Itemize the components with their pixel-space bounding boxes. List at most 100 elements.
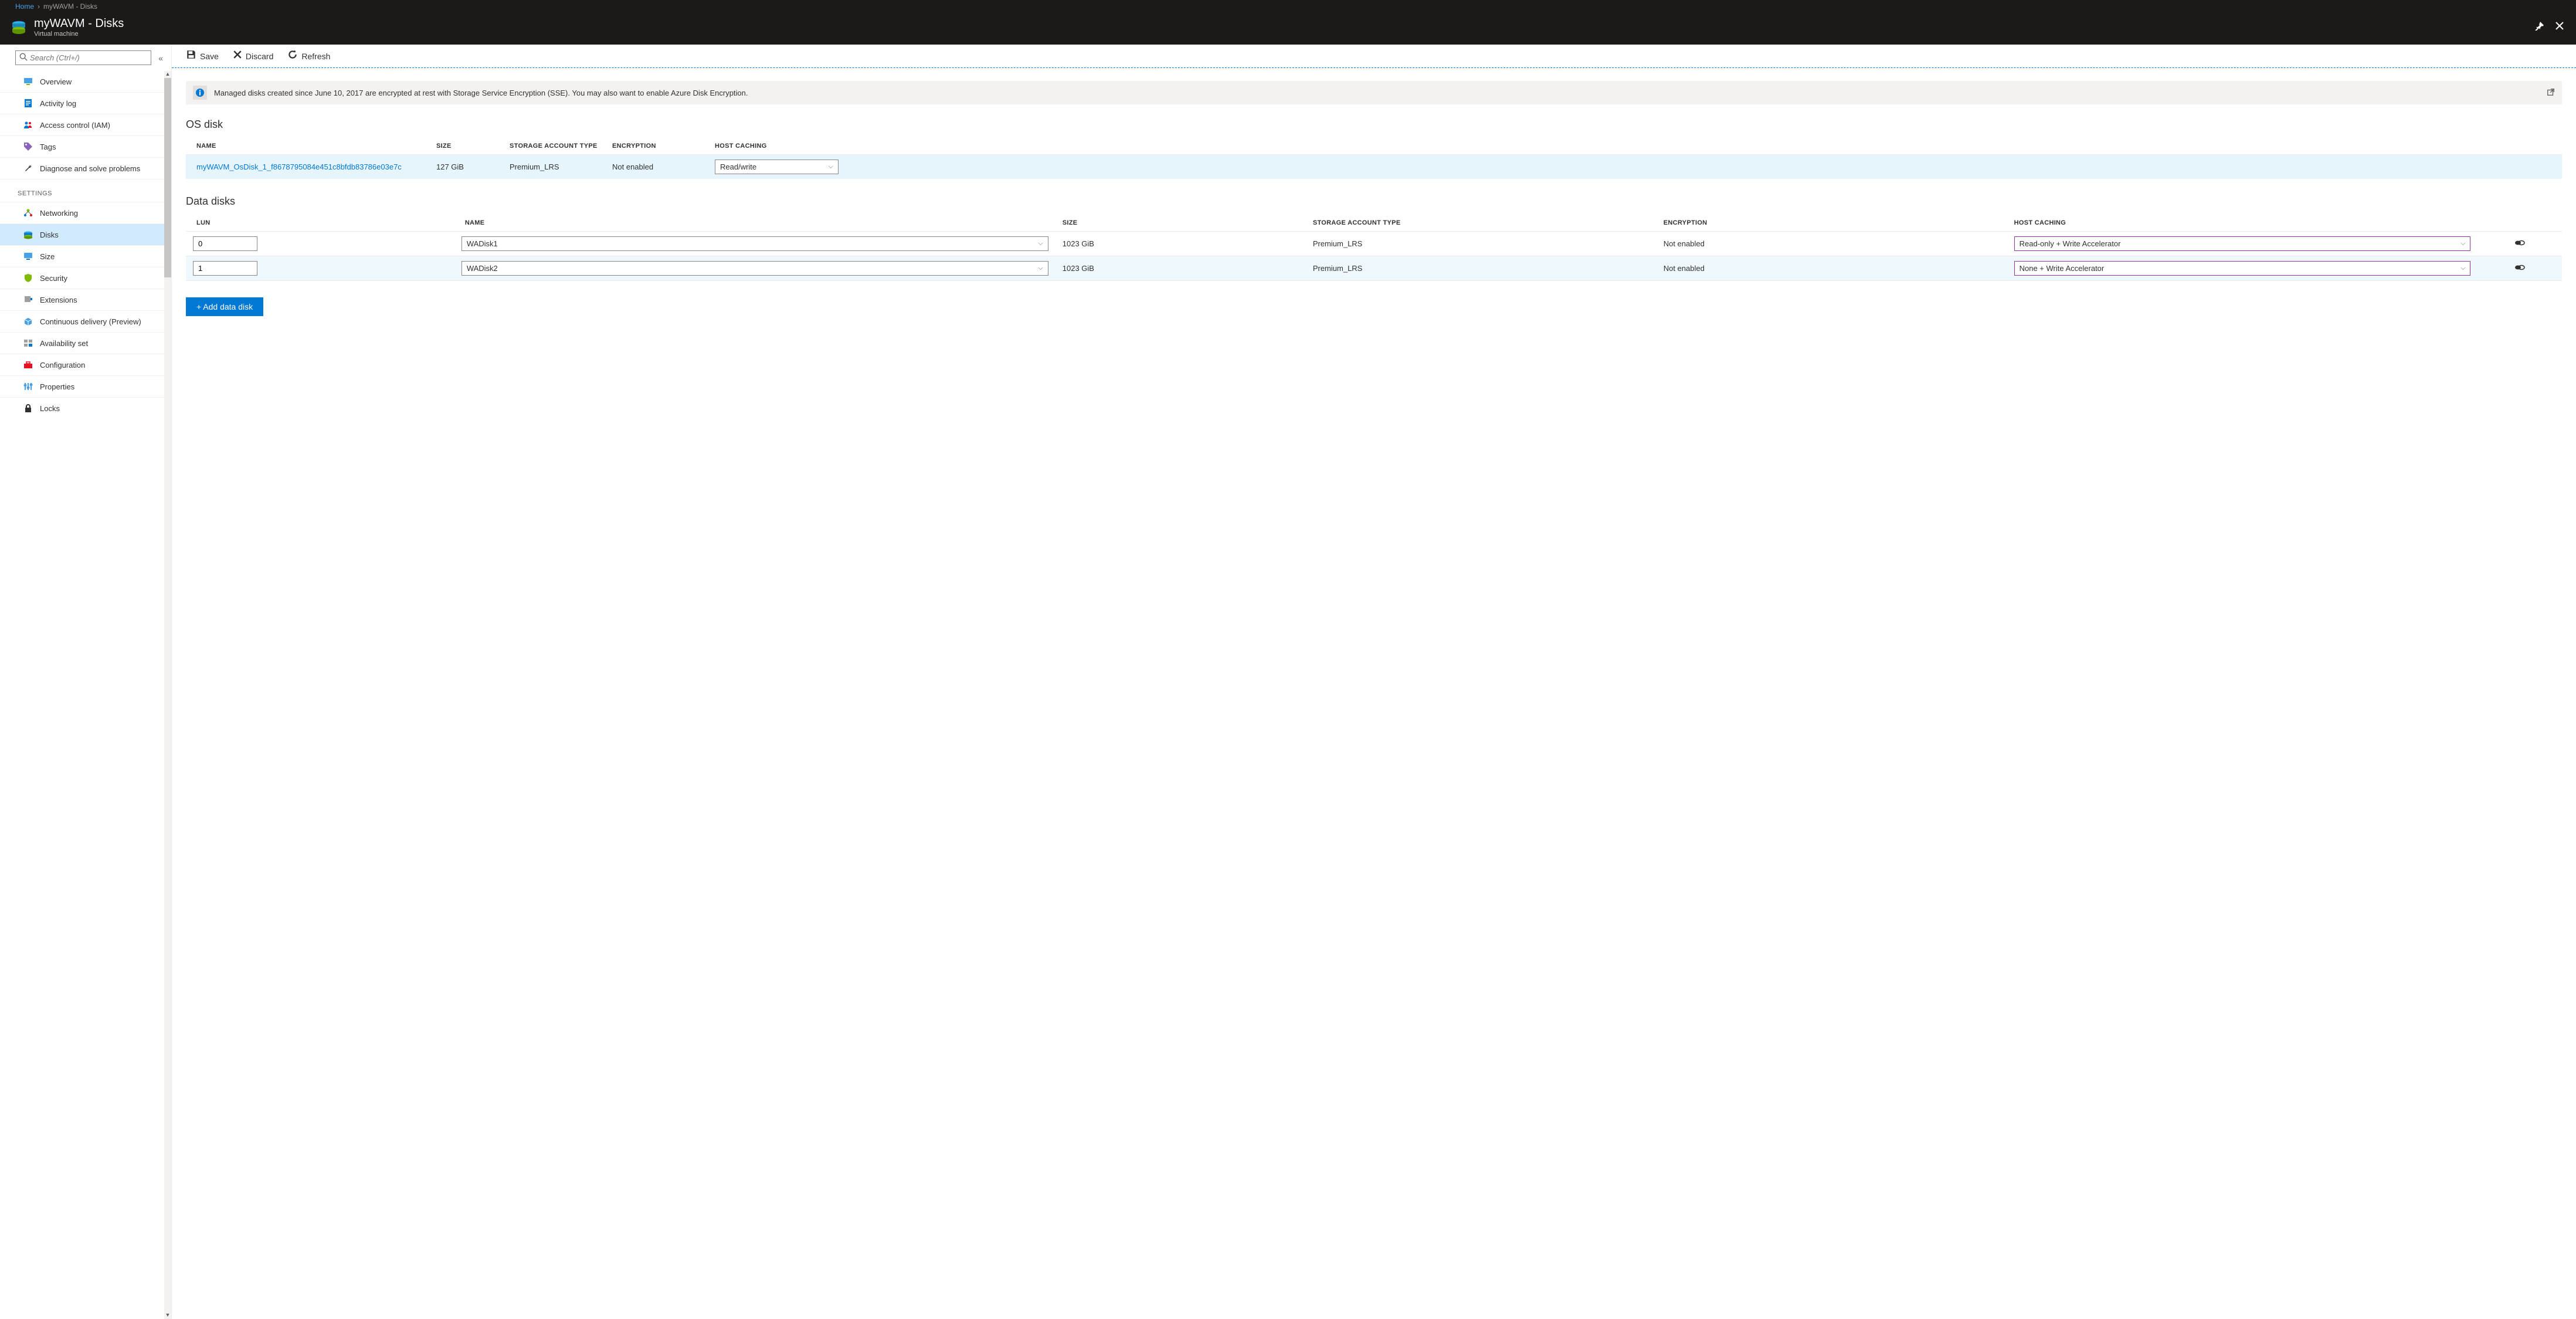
th-hc: HOST CACHING <box>708 138 846 155</box>
write-accelerator-toggle-icon[interactable] <box>2514 264 2525 273</box>
add-data-disk-button[interactable]: + Add data disk <box>186 297 263 316</box>
sidebar-item-availability-set[interactable]: Availability set <box>0 332 171 354</box>
disk-enc: Not enabled <box>1657 256 2007 281</box>
save-icon <box>186 49 196 63</box>
sidebar-item-label: Networking <box>40 209 78 218</box>
network-icon <box>23 208 33 218</box>
sidebar-item-label: Tags <box>40 143 56 151</box>
external-link-icon[interactable] <box>2547 88 2555 98</box>
os-disk-sat: Premium_LRS <box>503 155 605 179</box>
sidebar-item-extensions[interactable]: Extensions <box>0 289 171 310</box>
sidebar-item-label: Continuous delivery (Preview) <box>40 317 141 326</box>
disk-stack-icon <box>9 18 28 36</box>
host-caching-dropdown[interactable]: Read-only + Write Accelerator ⌵ <box>2014 236 2471 251</box>
disk-size: 1023 GiB <box>1055 232 1306 256</box>
sidebar-item-properties[interactable]: Properties <box>0 375 171 397</box>
scroll-down-icon[interactable]: ▼ <box>164 1312 171 1319</box>
sidebar-section-settings: SETTINGS <box>0 179 171 202</box>
sidebar-item-activity-log[interactable]: Activity log <box>0 92 171 114</box>
pin-icon[interactable] <box>2535 21 2544 33</box>
close-icon[interactable] <box>2555 21 2564 33</box>
disk-name-dropdown[interactable]: WADisk1 ⌵ <box>461 236 1048 251</box>
page-subtitle: Virtual machine <box>34 30 2535 38</box>
search-icon <box>19 53 28 63</box>
sidebar-item-label: Extensions <box>40 296 77 304</box>
log-icon <box>23 99 33 108</box>
disk-size: 1023 GiB <box>1055 256 1306 281</box>
discard-button[interactable]: Discard <box>233 50 273 62</box>
page-header: myWAVM - Disks Virtual machine <box>0 13 2576 45</box>
sidebar-item-overview[interactable]: Overview <box>0 71 171 92</box>
discard-label: Discard <box>246 52 273 61</box>
th-enc: ENCRYPTION <box>1657 215 2007 232</box>
chevron-right-icon: › <box>38 2 40 11</box>
sidebar-item-access-control[interactable]: Access control (IAM) <box>0 114 171 135</box>
refresh-icon <box>287 49 298 63</box>
info-text: Managed disks created since June 10, 201… <box>214 89 2540 97</box>
shield-icon <box>23 273 33 283</box>
sidebar-item-tags[interactable]: Tags <box>0 135 171 157</box>
wrench-icon <box>23 164 33 173</box>
page-title: myWAVM - Disks <box>34 16 2535 30</box>
breadcrumb-current: myWAVM - Disks <box>43 2 97 11</box>
write-accelerator-toggle-icon[interactable] <box>2514 239 2525 249</box>
sidebar-item-label: Properties <box>40 382 74 391</box>
sidebar-item-locks[interactable]: Locks <box>0 397 171 419</box>
th-sat: STORAGE ACCOUNT TYPE <box>1306 215 1657 232</box>
th-name: NAME <box>186 138 429 155</box>
sidebar-item-diagnose[interactable]: Diagnose and solve problems <box>0 157 171 179</box>
dropdown-value: WADisk1 <box>467 239 498 248</box>
sidebar-item-label: Configuration <box>40 361 85 369</box>
sidebar-item-configuration[interactable]: Configuration <box>0 354 171 375</box>
data-disk-row: WADisk2 ⌵ 1023 GiB Premium_LRS Not enabl… <box>186 256 2562 281</box>
chevron-down-icon: ⌵ <box>829 163 833 171</box>
os-disk-row: myWAVM_OsDisk_1_f8678795084e451c8bfdb837… <box>186 155 2562 179</box>
main-content: Save Discard Refresh Managed disks creat… <box>172 45 2576 1319</box>
monitor-icon <box>23 77 33 86</box>
people-icon <box>23 120 33 130</box>
collapse-sidebar-icon[interactable]: « <box>156 51 165 65</box>
sidebar-scrollbar[interactable]: ▲ ▼ <box>164 71 171 1319</box>
sidebar-item-continuous-delivery[interactable]: Continuous delivery (Preview) <box>0 310 171 332</box>
os-disk-table: NAME SIZE STORAGE ACCOUNT TYPE ENCRYPTIO… <box>186 138 2562 179</box>
sidebar-nav: Overview Activity log Access control (IA… <box>0 71 171 1319</box>
save-button[interactable]: Save <box>186 49 219 63</box>
tag-icon <box>23 142 33 151</box>
save-label: Save <box>200 52 219 61</box>
scroll-up-icon[interactable]: ▲ <box>164 71 171 78</box>
sidebar-item-size[interactable]: Size <box>0 245 171 267</box>
th-name: NAME <box>454 215 1055 232</box>
os-disk-enc: Not enabled <box>605 155 708 179</box>
data-disks-table: LUN NAME SIZE STORAGE ACCOUNT TYPE ENCRY… <box>186 215 2562 281</box>
dropdown-value: WADisk2 <box>467 264 498 273</box>
disk-name-dropdown[interactable]: WADisk2 ⌵ <box>461 261 1048 276</box>
scroll-thumb[interactable] <box>164 78 171 277</box>
sidebar-item-networking[interactable]: Networking <box>0 202 171 223</box>
disk-sat: Premium_LRS <box>1306 256 1657 281</box>
sidebar-item-disks[interactable]: Disks <box>0 223 171 245</box>
breadcrumb: Home › myWAVM - Disks <box>0 0 2576 13</box>
search-input[interactable] <box>30 53 147 62</box>
sliders-icon <box>23 382 33 391</box>
os-disk-host-caching-dropdown[interactable]: Read/write ⌵ <box>715 160 839 174</box>
breadcrumb-home[interactable]: Home <box>15 2 34 11</box>
sidebar-item-label: Locks <box>40 404 60 413</box>
data-disks-title: Data disks <box>186 195 2562 208</box>
th-size: SIZE <box>429 138 503 155</box>
lun-input[interactable] <box>193 236 257 251</box>
data-disk-row: WADisk1 ⌵ 1023 GiB Premium_LRS Not enabl… <box>186 232 2562 256</box>
size-icon <box>23 252 33 261</box>
os-disk-name-link[interactable]: myWAVM_OsDisk_1_f8678795084e451c8bfdb837… <box>196 162 402 171</box>
sidebar-item-security[interactable]: Security <box>0 267 171 289</box>
search-input-wrapper[interactable] <box>15 50 151 65</box>
refresh-label: Refresh <box>301 52 330 61</box>
dropdown-value: None + Write Accelerator <box>2020 264 2105 273</box>
discard-icon <box>233 50 242 62</box>
sidebar-item-label: Access control (IAM) <box>40 121 110 130</box>
lun-input[interactable] <box>193 261 257 276</box>
sidebar-item-label: Availability set <box>40 339 88 348</box>
host-caching-dropdown[interactable]: None + Write Accelerator ⌵ <box>2014 261 2471 276</box>
info-icon <box>193 86 207 100</box>
th-lun: LUN <box>186 215 454 232</box>
refresh-button[interactable]: Refresh <box>287 49 330 63</box>
